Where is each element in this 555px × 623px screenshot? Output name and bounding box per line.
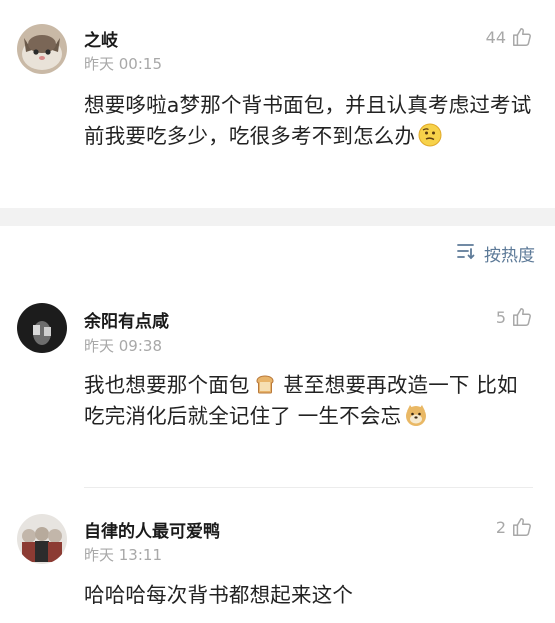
sort-by-hot-button[interactable]: 按热度 (456, 241, 535, 266)
avatar[interactable] (17, 514, 67, 564)
comment-text: 哈哈哈每次背书都想起来这个 (84, 580, 534, 611)
username[interactable]: 之岐 (84, 26, 118, 51)
comment-text-content: 想要哆啦a梦那个背书面包，并且认真考虑过考试前我要吃多少，吃很多考不到怎么办 (84, 93, 532, 148)
timestamp: 昨天 13:11 (84, 546, 162, 564)
like-count: 44 (485, 27, 506, 47)
username[interactable]: 自律的人最可爱鸭 (84, 517, 220, 542)
like-count: 2 (495, 517, 506, 537)
like-button[interactable]: 2 (496, 516, 533, 538)
like-button[interactable]: 44 (486, 26, 533, 48)
avatar[interactable] (17, 303, 67, 353)
like-count: 5 (495, 307, 506, 327)
username[interactable]: 余阳有点咸 (84, 307, 169, 332)
thumbs-up-icon (511, 306, 533, 328)
sort-label: 按热度 (484, 246, 535, 266)
section-divider (0, 208, 555, 226)
like-button[interactable]: 5 (496, 306, 533, 328)
comment-text-part1: 我也想要那个面包 (84, 373, 250, 397)
bread-emoji (253, 372, 277, 396)
timestamp: 昨天 00:15 (84, 55, 162, 73)
doge-emoji (404, 403, 428, 427)
comment-text: 想要哆啦a梦那个背书面包，并且认真考虑过考试前我要吃多少，吃很多考不到怎么办 (84, 90, 534, 152)
comment-separator (84, 487, 533, 488)
thumbs-up-icon (511, 26, 533, 48)
thumbs-up-icon (511, 516, 533, 538)
sort-icon (456, 242, 476, 265)
comment-text: 我也想要那个面包 甚至想要再改造一下 比如吃完消化后就全记住了 一生不会忘 (84, 370, 534, 432)
timestamp: 昨天 09:38 (84, 337, 162, 355)
comment-text-content: 哈哈哈每次背书都想起来这个 (84, 583, 354, 607)
avatar[interactable] (17, 24, 67, 74)
thinking-face-emoji (418, 123, 442, 147)
